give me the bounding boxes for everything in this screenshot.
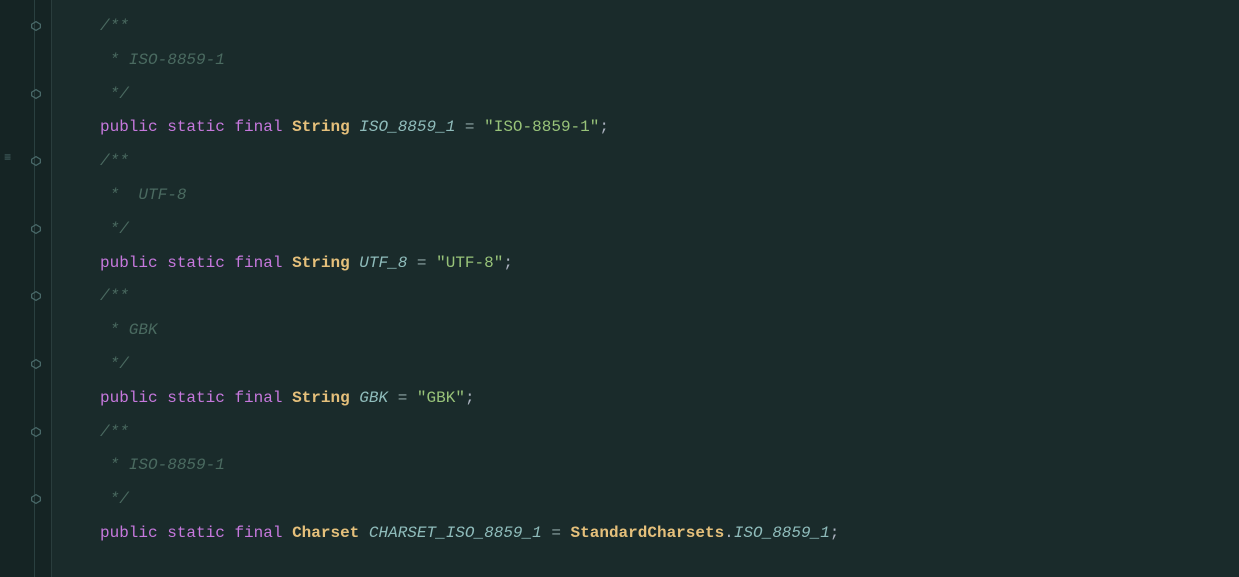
code-token — [282, 524, 292, 542]
code-token: = — [465, 118, 475, 136]
code-line[interactable]: /** — [100, 10, 1239, 44]
code-line[interactable]: public static final String UTF_8 = "UTF-… — [100, 247, 1239, 281]
code-token: = — [551, 524, 561, 542]
code-editor[interactable]: ≡ /** * ISO-8859-1 */ public static final… — [0, 0, 1239, 577]
code-token: final — [234, 118, 282, 136]
code-token — [359, 524, 369, 542]
code-token: ; — [503, 254, 513, 272]
breadcrumb-icon: ≡ — [4, 151, 11, 165]
code-token — [350, 254, 360, 272]
code-token: * UTF-8 — [100, 186, 186, 204]
code-token — [407, 254, 417, 272]
code-token: String — [292, 118, 350, 136]
code-token: Charset — [292, 524, 359, 542]
fold-marker-icon[interactable] — [28, 18, 44, 34]
code-token — [158, 118, 168, 136]
fold-marker-icon[interactable] — [28, 86, 44, 102]
code-line[interactable]: */ — [100, 483, 1239, 517]
code-token: * ISO-8859-1 — [100, 456, 225, 474]
code-token — [475, 118, 485, 136]
code-token: final — [234, 254, 282, 272]
code-token: ; — [830, 524, 840, 542]
code-token: */ — [100, 490, 129, 508]
code-token — [225, 118, 235, 136]
code-token: "GBK" — [417, 389, 465, 407]
code-token — [561, 524, 571, 542]
code-token: "ISO-8859-1" — [484, 118, 599, 136]
code-line[interactable]: /** — [100, 145, 1239, 179]
code-token: CHARSET_ISO_8859_1 — [369, 524, 542, 542]
code-token — [388, 389, 398, 407]
code-token: /** — [100, 152, 129, 170]
code-token — [158, 254, 168, 272]
fold-marker-icon[interactable] — [28, 153, 44, 169]
code-token: = — [398, 389, 408, 407]
code-token — [282, 254, 292, 272]
code-line[interactable]: public static final Charset CHARSET_ISO_… — [100, 517, 1239, 551]
code-token: . — [724, 524, 734, 542]
code-token: ISO_8859_1 — [734, 524, 830, 542]
code-token: * GBK — [100, 321, 158, 339]
code-token: /** — [100, 423, 129, 441]
code-line[interactable]: */ — [100, 213, 1239, 247]
code-token: ISO_8859_1 — [359, 118, 455, 136]
code-token: static — [167, 389, 225, 407]
minimap-column: ≡ — [0, 0, 22, 577]
code-token: UTF_8 — [359, 254, 407, 272]
code-token: String — [292, 389, 350, 407]
code-token: ; — [465, 389, 475, 407]
code-token — [158, 524, 168, 542]
code-token — [350, 389, 360, 407]
code-line[interactable]: */ — [100, 78, 1239, 112]
code-token — [455, 118, 465, 136]
code-token: public — [100, 389, 158, 407]
code-token: * ISO-8859-1 — [100, 51, 225, 69]
code-token: String — [292, 254, 350, 272]
code-token: ; — [599, 118, 609, 136]
code-token: */ — [100, 355, 129, 373]
code-token — [225, 254, 235, 272]
code-token — [225, 389, 235, 407]
fold-marker-icon[interactable] — [28, 356, 44, 372]
code-line[interactable]: public static final String ISO_8859_1 = … — [100, 111, 1239, 145]
code-token — [282, 389, 292, 407]
code-token — [225, 524, 235, 542]
code-line[interactable]: /** — [100, 280, 1239, 314]
code-token: public — [100, 524, 158, 542]
code-token: static — [167, 524, 225, 542]
code-line[interactable]: * ISO-8859-1 — [100, 44, 1239, 78]
code-line[interactable]: * GBK — [100, 314, 1239, 348]
code-token — [542, 524, 552, 542]
code-token: */ — [100, 85, 129, 103]
code-line[interactable]: * UTF-8 — [100, 179, 1239, 213]
code-line[interactable]: */ — [100, 348, 1239, 382]
code-area[interactable]: /** * ISO-8859-1 */ public static final S… — [52, 0, 1239, 577]
code-token: public — [100, 254, 158, 272]
code-token: final — [234, 389, 282, 407]
code-token: /** — [100, 287, 129, 305]
fold-marker-icon[interactable] — [28, 288, 44, 304]
code-line[interactable]: public static final String GBK = "GBK"; — [100, 382, 1239, 416]
code-token — [427, 254, 437, 272]
code-token: */ — [100, 220, 129, 238]
code-line[interactable]: /** — [100, 416, 1239, 450]
code-token: public — [100, 118, 158, 136]
code-token: = — [417, 254, 427, 272]
code-token: final — [234, 524, 282, 542]
fold-marker-icon[interactable] — [28, 491, 44, 507]
code-token: static — [167, 254, 225, 272]
code-token — [282, 118, 292, 136]
code-line[interactable]: * ISO-8859-1 — [100, 449, 1239, 483]
code-token: /** — [100, 17, 129, 35]
fold-marker-icon[interactable] — [28, 424, 44, 440]
code-token: GBK — [359, 389, 388, 407]
code-token: "UTF-8" — [436, 254, 503, 272]
code-token: static — [167, 118, 225, 136]
gutter[interactable] — [22, 0, 52, 577]
code-token: StandardCharsets — [571, 524, 725, 542]
code-token — [158, 389, 168, 407]
fold-marker-icon[interactable] — [28, 221, 44, 237]
code-token — [350, 118, 360, 136]
code-token — [407, 389, 417, 407]
